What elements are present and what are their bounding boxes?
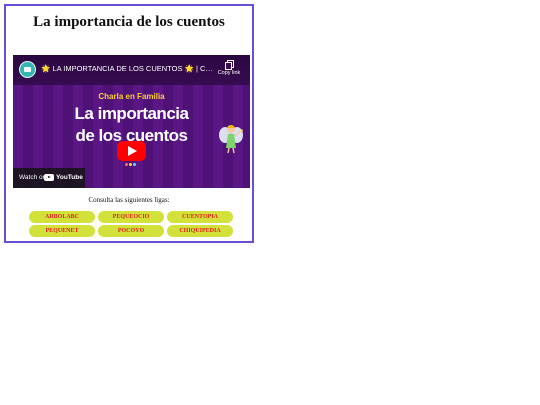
link-chiquipedia[interactable]: CHIQUIPEDIA [167,225,233,237]
slide-title-line1: La importancia [74,104,189,123]
copy-link-label: Copy link [217,70,241,76]
youtube-wordmark: YouTube [56,174,83,181]
content-card: La importancia de los cuentos Charla en … [4,4,254,243]
watch-on-youtube-button[interactable]: Watch on YouTube [13,168,85,188]
slide-kicker: Charla en Familia [98,92,165,101]
links-grid: ARBOLABC PEQUEOCIO CUENTOPIA PEQUENET PO… [29,211,236,237]
youtube-embed[interactable]: Charla en Familia La importancia de los … [13,55,250,188]
fairy-illustration-icon [219,125,243,154]
link-arbolabc[interactable]: ARBOLABC [29,211,95,223]
play-button[interactable] [117,141,146,161]
watch-on-label: Watch on [19,174,47,181]
page-title: La importancia de los cuentos [33,14,225,30]
links-intro: Consulta las siguientes ligas: [88,196,170,204]
copy-link-button[interactable]: Copy link [214,60,244,76]
link-pequenet[interactable]: PEQUENET [29,225,95,237]
link-pequeocio[interactable]: PEQUEOCIO [98,211,164,223]
link-cuentopia[interactable]: CUENTOPIA [167,211,233,223]
channel-logo-icon[interactable] [19,61,36,78]
youtube-icon [44,174,54,181]
video-title[interactable]: 🌟 LA IMPORTANCIA DE LOS CUENTOS 🌟 | Char… [41,64,213,73]
copy-icon [225,60,234,70]
video-topbar: 🌟 LA IMPORTANCIA DE LOS CUENTOS 🌟 | Char… [13,55,250,85]
link-pocoyo[interactable]: POCOYO [98,225,164,237]
